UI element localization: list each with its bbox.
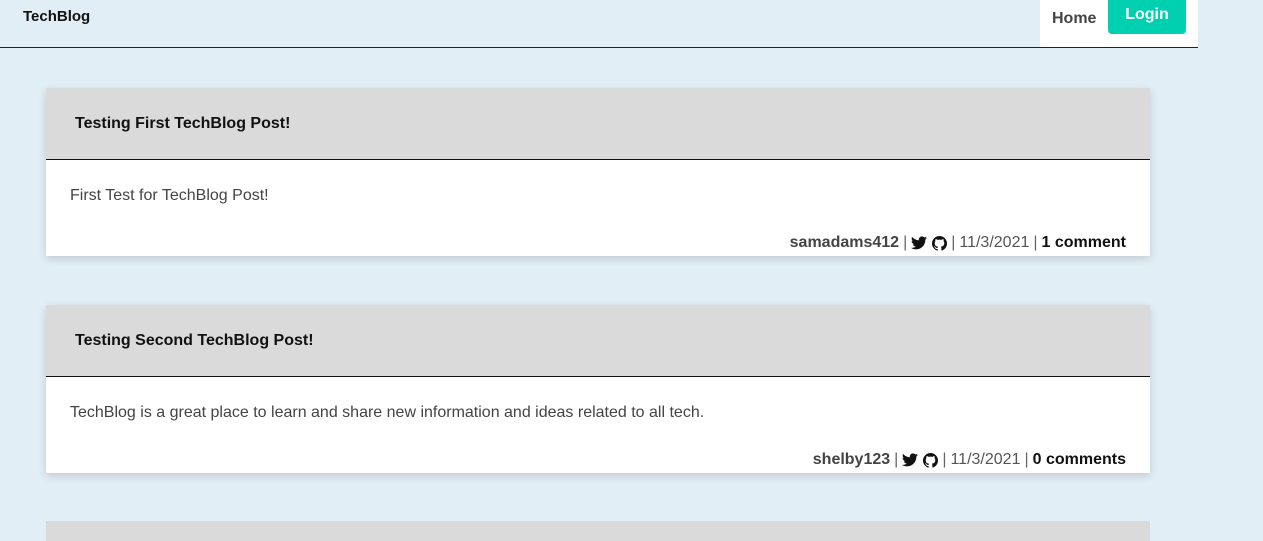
meta-separator: |: [1033, 234, 1038, 251]
meta-separator: |: [1024, 451, 1029, 468]
post-title[interactable]: Testing First TechBlog Post!: [75, 115, 290, 133]
twitter-icon[interactable]: [911, 236, 928, 250]
meta-separator: |: [903, 234, 908, 251]
post-author[interactable]: samadams412: [790, 234, 899, 252]
github-icon[interactable]: [923, 452, 939, 468]
post-content: TechBlog is a great place to learn and s…: [70, 404, 705, 421]
post-meta: shelby123 | | 11/3/2021 | 0 comments: [813, 451, 1126, 469]
top-navbar: TechBlog Home Login: [0, 0, 1198, 48]
post-author[interactable]: shelby123: [813, 451, 890, 469]
twitter-icon[interactable]: [902, 453, 919, 467]
post-header: Testing First TechBlog Post!: [46, 88, 1150, 160]
github-icon[interactable]: [932, 235, 948, 251]
brand-logo[interactable]: TechBlog: [23, 8, 90, 25]
post-title[interactable]: Testing Second TechBlog Post!: [75, 332, 314, 350]
post-date: 11/3/2021: [959, 234, 1030, 251]
post-body: TechBlog is a great place to learn and s…: [46, 377, 1150, 473]
post-comments-link[interactable]: 1 comment: [1042, 234, 1126, 252]
post-card: Testing First TechBlog Post! First Test …: [46, 88, 1150, 256]
post-card: Testing Second TechBlog Post! TechBlog i…: [46, 305, 1150, 473]
post-content: First Test for TechBlog Post!: [70, 187, 269, 204]
login-button[interactable]: Login: [1108, 0, 1186, 34]
post-body: First Test for TechBlog Post! samadams41…: [46, 160, 1150, 256]
nav-menu: Home Login: [1040, 0, 1198, 47]
post-date: 11/3/2021: [950, 451, 1021, 468]
nav-home-link[interactable]: Home: [1052, 10, 1096, 28]
meta-separator: |: [942, 451, 947, 468]
meta-separator: |: [951, 234, 956, 251]
post-meta: samadams412 | | 11/3/2021 | 1 comment: [790, 234, 1126, 252]
post-header: Testing Second TechBlog Post!: [46, 305, 1150, 377]
post-comments-link[interactable]: 0 comments: [1033, 451, 1126, 469]
post-card-partial: [46, 521, 1150, 541]
meta-separator: |: [894, 451, 899, 468]
